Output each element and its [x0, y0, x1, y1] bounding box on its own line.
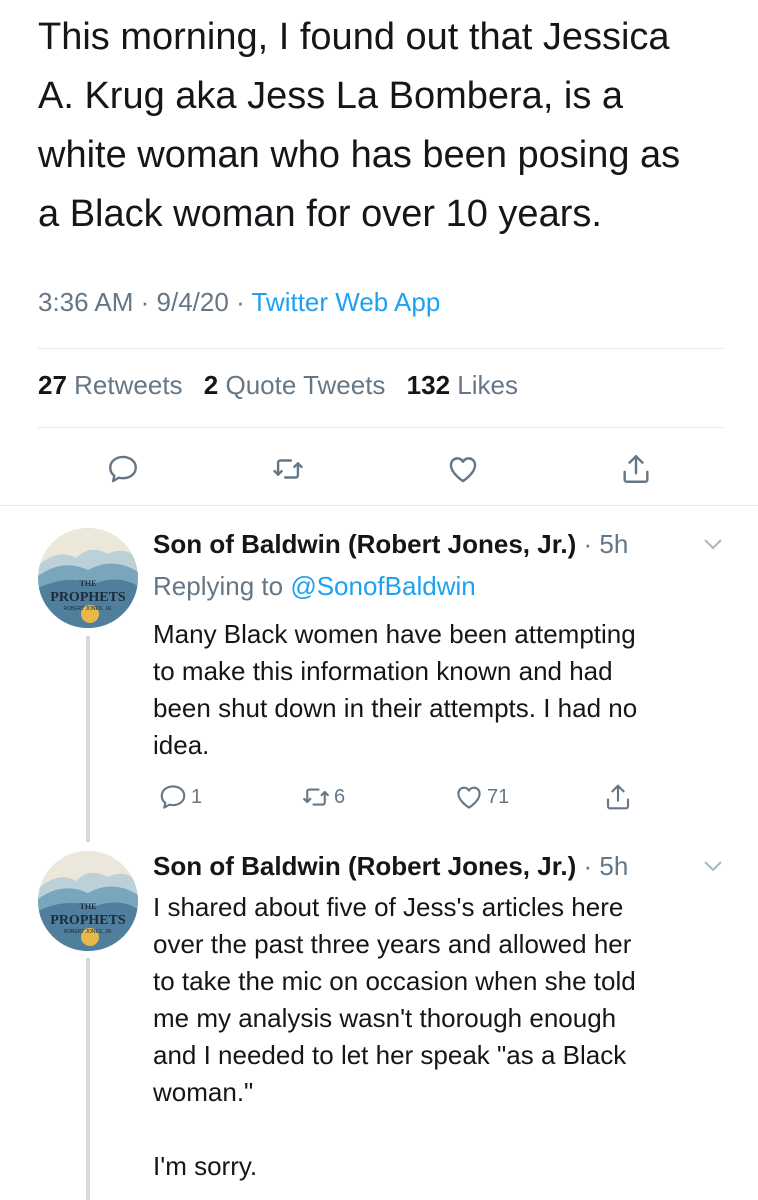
likes-stat[interactable]: 132 Likes [407, 370, 518, 400]
divider [38, 348, 723, 349]
author-name[interactable]: Son of Baldwin (Robert Jones, Jr.) [153, 851, 576, 881]
reply-icon[interactable] [106, 452, 140, 486]
avatar-label-title: THE [80, 579, 97, 588]
thread-line [86, 958, 90, 1200]
reply-action[interactable]: 1 [158, 782, 202, 812]
retweet-action[interactable]: 6 [301, 782, 345, 812]
avatar[interactable]: THE PROPHETS ROBERT JONES, JR. [38, 851, 138, 951]
reply-header: Son of Baldwin (Robert Jones, Jr.) · 5h [153, 851, 629, 881]
reply-count: 1 [191, 785, 203, 808]
main-tweet-text: This morning, I found out that Jessica A… [38, 16, 681, 235]
reply-icon[interactable] [158, 782, 188, 812]
replying-to-handle-link[interactable]: @SonofBaldwin [290, 571, 475, 601]
tweet-source-link[interactable]: Twitter Web App [251, 287, 440, 317]
share-action[interactable] [603, 782, 633, 812]
quote-tweets-stat[interactable]: 2 Quote Tweets [204, 370, 386, 400]
tweet-meta: 3:36 AM · 9/4/20 · Twitter Web App [38, 287, 440, 318]
replying-to: Replying to @SonofBaldwin [153, 571, 476, 601]
tweet-stats: 27 Retweets 2 Quote Tweets 132 Likes [38, 370, 518, 401]
divider [38, 427, 723, 428]
avatar-label-title: THE [80, 902, 97, 911]
like-icon[interactable] [446, 452, 480, 486]
reply-time[interactable]: 5h [599, 529, 628, 559]
avatar-label-main: PROPHETS [50, 590, 126, 605]
chevron-down-icon[interactable] [703, 859, 723, 873]
chevron-down-icon[interactable] [703, 537, 723, 551]
retweets-stat[interactable]: 27 Retweets [38, 370, 183, 400]
avatar-label-sub: ROBERT JONES, JR. [64, 929, 113, 935]
tweet-date: 9/4/20 [156, 287, 229, 317]
retweet-icon[interactable] [301, 782, 331, 812]
section-divider [0, 505, 758, 506]
retweet-icon[interactable] [271, 452, 305, 486]
reply-text: Many Black women have been attempting to… [153, 619, 638, 760]
thread-line [86, 636, 90, 842]
like-count: 71 [487, 785, 510, 808]
reply-text: I shared about five of Jess's articles h… [153, 892, 636, 1181]
avatar-label-sub: ROBERT JONES, JR. [64, 606, 113, 612]
meta-separator: · [140, 287, 157, 317]
reply-time[interactable]: 5h [599, 851, 628, 881]
reply-header: Son of Baldwin (Robert Jones, Jr.) · 5h [153, 529, 629, 559]
tweet-time: 3:36 AM [38, 287, 134, 317]
avatar[interactable]: THE PROPHETS ROBERT JONES, JR. [38, 528, 138, 628]
author-name[interactable]: Son of Baldwin (Robert Jones, Jr.) [153, 529, 576, 559]
avatar-label-main: PROPHETS [50, 913, 126, 928]
like-icon[interactable] [454, 782, 484, 812]
retweet-count: 6 [334, 785, 346, 808]
meta-separator: · [236, 287, 252, 317]
share-icon[interactable] [603, 782, 633, 812]
share-icon[interactable] [619, 452, 653, 486]
like-action[interactable]: 71 [454, 782, 509, 812]
